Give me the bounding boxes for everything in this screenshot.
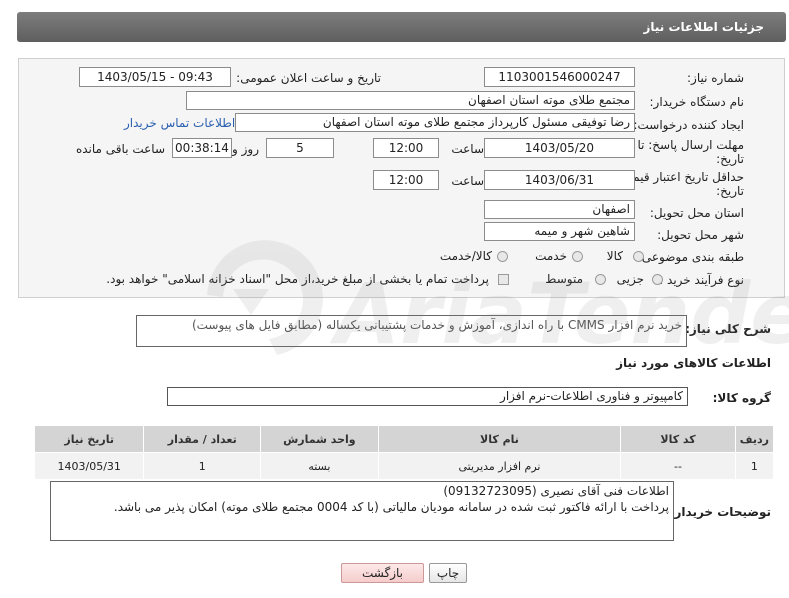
deadline-date-field: 1403/05/20 bbox=[484, 138, 635, 158]
need-number-field: 1103001546000247 bbox=[484, 67, 635, 87]
buyer-notes-label: توضیحات خریدار: bbox=[669, 505, 771, 519]
deadline-time-field: 12:00 bbox=[373, 138, 439, 158]
deadline-time-label: ساعت bbox=[451, 142, 484, 156]
page-header: جزئیات اطلاعات نیاز bbox=[17, 12, 786, 42]
treasury-payment-note: پرداخت تمام یا بخشی از مبلغ خرید،از محل … bbox=[106, 272, 489, 286]
col-goods-code: کد کالا bbox=[620, 425, 736, 453]
announce-datetime-label: تاریخ و ساعت اعلان عمومی: bbox=[236, 71, 381, 85]
category-option-goods-service: کالا/خدمت bbox=[439, 249, 492, 263]
buyer-notes-field: اطلاعات فنی آقای نصیری (09132723095) پرد… bbox=[50, 481, 674, 541]
process-radio-medium[interactable] bbox=[595, 274, 606, 285]
print-button[interactable]: چاپ bbox=[429, 563, 467, 583]
cell-goods-name: نرم افزار مدیریتی bbox=[377, 452, 622, 480]
buyer-notes-line-1: اطلاعات فنی آقای نصیری (09132723095) bbox=[443, 484, 669, 498]
category-radio-goods[interactable] bbox=[633, 251, 644, 262]
city-field: شاهین شهر و میمه bbox=[484, 222, 635, 241]
buyer-org-label: نام دستگاه خریدار: bbox=[649, 95, 745, 109]
cell-goods-code: -- bbox=[620, 452, 736, 480]
category-label: طبقه بندی موضوعی: bbox=[637, 250, 744, 264]
validity-date-label: تاریخ: bbox=[716, 184, 744, 198]
back-button[interactable]: بازگشت bbox=[341, 563, 424, 583]
goods-table: ردیف کد کالا نام کالا واحد شمارش تعداد /… bbox=[33, 425, 775, 480]
validity-time-field: 12:00 bbox=[373, 170, 439, 190]
treasury-payment-checkbox[interactable] bbox=[498, 274, 509, 285]
process-option-minor: جزیی bbox=[616, 272, 644, 286]
buyer-contact-link[interactable]: اطلاعات تماس خریدار bbox=[124, 116, 235, 130]
days-remaining-field: 5 bbox=[266, 138, 334, 158]
col-goods-name: نام کالا bbox=[377, 425, 622, 453]
description-label: شرح کلی نیاز: bbox=[685, 322, 771, 336]
buyer-notes-line-2: پرداخت با ارائه فاکتور ثبت شده در سامانه… bbox=[113, 500, 669, 514]
col-row-number: ردیف bbox=[734, 425, 775, 453]
purchase-process-label: نوع فرآیند خرید : bbox=[659, 273, 744, 287]
col-need-date: تاریخ نیاز bbox=[33, 425, 145, 453]
cell-need-date: 1403/05/31 bbox=[33, 452, 145, 480]
province-field: اصفهان bbox=[484, 200, 635, 219]
table-header-row: ردیف کد کالا نام کالا واحد شمارش تعداد /… bbox=[33, 425, 775, 453]
requester-label: ایجاد کننده درخواست: bbox=[633, 118, 744, 132]
category-option-goods: کالا bbox=[606, 249, 623, 263]
cell-row-number: 1 bbox=[734, 452, 775, 480]
process-radio-minor[interactable] bbox=[652, 274, 663, 285]
table-row: 1 -- نرم افزار مدیریتی بسته 1 1403/05/31 bbox=[33, 452, 775, 480]
deadline-date-label: تاریخ: bbox=[716, 152, 744, 166]
goods-info-title: اطلاعات کالاهای مورد نیاز bbox=[616, 356, 771, 370]
requester-field: رضا توفیقی مسئول کارپرداز مجتمع طلای موت… bbox=[235, 113, 635, 132]
remaining-time-field: 00:38:14 bbox=[172, 138, 232, 158]
category-radio-service[interactable] bbox=[572, 251, 583, 262]
province-label: استان محل تحویل: bbox=[649, 206, 744, 220]
remaining-time-label: ساعت باقی مانده bbox=[75, 142, 165, 156]
description-field: خرید نرم افزار CMMS با راه اندازی، آموزش… bbox=[136, 315, 687, 347]
announce-datetime-field: 1403/05/15 - 09:43 bbox=[79, 67, 231, 87]
city-label: شهر محل تحویل: bbox=[657, 228, 744, 242]
buyer-org-field: مجتمع طلای موته استان اصفهان bbox=[186, 91, 635, 110]
deadline-label: مهلت ارسال پاسخ: تا bbox=[637, 138, 744, 152]
process-option-medium: متوسط bbox=[545, 272, 583, 286]
validity-time-label: ساعت bbox=[451, 174, 484, 188]
col-quantity: تعداد / مقدار bbox=[143, 425, 262, 453]
validity-date-field: 1403/06/31 bbox=[484, 170, 635, 190]
need-number-label: شماره نیاز: bbox=[687, 71, 744, 85]
category-option-service: خدمت bbox=[535, 249, 567, 263]
category-radio-goods-service[interactable] bbox=[497, 251, 508, 262]
cell-unit: بسته bbox=[260, 452, 379, 480]
col-unit: واحد شمارش bbox=[260, 425, 379, 453]
goods-group-field: کامپیوتر و فناوری اطلاعات-نرم افزار bbox=[167, 387, 688, 406]
page-title: جزئیات اطلاعات نیاز bbox=[643, 20, 764, 34]
cell-quantity: 1 bbox=[143, 452, 262, 480]
goods-group-label: گروه کالا: bbox=[712, 391, 771, 405]
days-label: روز و bbox=[232, 142, 259, 156]
